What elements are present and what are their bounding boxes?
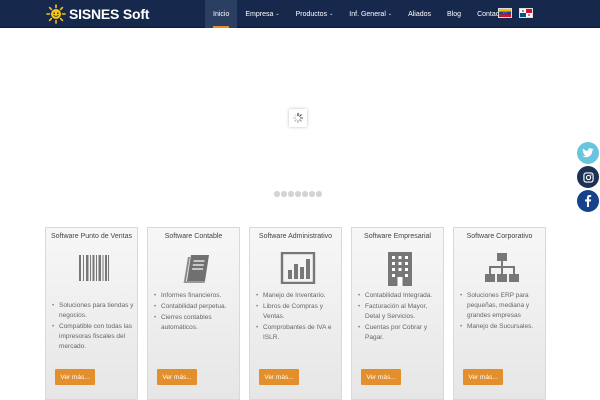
- product-card-administrativo: Software Administrativo Manejo de Invent…: [249, 227, 342, 400]
- chevron-down-icon: ⌄: [329, 11, 334, 17]
- feature-list: Contabilidad Integrada. Facturación al M…: [358, 291, 443, 344]
- list-item: Informes financieros.: [154, 291, 239, 301]
- ver-mas-button[interactable]: Ver más...: [157, 369, 197, 385]
- feature-list: Manejo de Inventario. Libros de Compras …: [256, 291, 341, 344]
- list-item: Manejo de Inventario.: [256, 291, 341, 301]
- card-title: Software Punto de Ventas: [51, 233, 132, 240]
- list-item: Comprobantes de IVA e ISLR.: [256, 323, 341, 343]
- nav-label: Blog: [447, 10, 462, 18]
- building-icon: [382, 252, 418, 286]
- list-item: Manejo de Sucursales.: [460, 322, 545, 332]
- card-title: Software Empresarial: [364, 233, 431, 240]
- nav-item-blog[interactable]: Blog: [439, 0, 469, 28]
- list-item: Compatible con todas las impresoras fisc…: [52, 322, 137, 352]
- sun-logo-icon: [46, 4, 66, 24]
- barcode-icon: [76, 252, 112, 284]
- product-card-contable: Software Contable Informes financieros. …: [147, 227, 240, 400]
- venezuela-flag-icon[interactable]: [498, 8, 512, 18]
- nav-label: Aliados: [408, 10, 432, 18]
- twitter-button[interactable]: [577, 142, 599, 164]
- product-card-punto-de-ventas: Software Punto de Ventas Soluciones para…: [45, 227, 138, 400]
- logo-text: SISNES Soft: [69, 6, 149, 22]
- logo-text-soft: Soft: [122, 6, 150, 22]
- card-title: Software Corporativo: [466, 233, 533, 240]
- instagram-button[interactable]: [577, 166, 599, 188]
- facebook-button[interactable]: [577, 190, 599, 212]
- network-hierarchy-icon: [484, 252, 520, 284]
- list-item: Libros de Compras y Ventas.: [256, 302, 341, 322]
- list-item: Contabilidad perpetua.: [154, 302, 239, 312]
- feature-list: Informes financieros. Contabilidad perpe…: [154, 291, 239, 334]
- facebook-icon: [585, 195, 592, 207]
- card-title: Software Contable: [164, 233, 223, 240]
- bar-chart-icon: [280, 251, 316, 285]
- instagram-icon: [582, 171, 594, 183]
- nav-item-aliados[interactable]: Aliados: [400, 0, 439, 28]
- nav-label: Inf. General: [349, 10, 386, 18]
- nav-label: Productos: [295, 10, 328, 18]
- nav-item-inicio[interactable]: Inicio: [205, 0, 238, 28]
- nav-label: Inicio: [213, 10, 230, 18]
- slider-dot[interactable]: [274, 191, 280, 197]
- loading-spinner-icon: [289, 109, 307, 127]
- top-navbar: SISNES Soft Inicio Empresa ⌄ Productos ⌄ I…: [0, 0, 600, 28]
- product-card-empresarial: Software Empresarial Contabilidad Integr…: [351, 227, 444, 400]
- list-item: Soluciones para tiendas y negocios.: [52, 301, 137, 321]
- logo-text-main: SISNES: [69, 6, 120, 22]
- nav-item-empresa[interactable]: Empresa ⌄: [237, 0, 287, 28]
- list-item: Facturación al Mayor, Detal y Servicios.: [358, 302, 443, 322]
- chevron-down-icon: ⌄: [275, 11, 280, 17]
- slider-dot[interactable]: [309, 191, 315, 197]
- slider-dot[interactable]: [295, 191, 301, 197]
- list-item: Cierres contables automáticos.: [154, 313, 239, 333]
- chevron-down-icon: ⌄: [387, 11, 393, 17]
- slider-dot[interactable]: [288, 191, 294, 197]
- book-icon: [178, 252, 214, 284]
- ver-mas-button[interactable]: Ver más...: [463, 369, 503, 385]
- list-item: Cuentas por Cobrar y Pagar.: [358, 323, 443, 343]
- list-item: Soluciones ERP para pequeñas, mediana y …: [460, 291, 545, 321]
- slider-dot[interactable]: [302, 191, 308, 197]
- slider-dot[interactable]: [281, 191, 287, 197]
- ver-mas-button[interactable]: Ver más...: [259, 369, 299, 385]
- ver-mas-button[interactable]: Ver más...: [55, 369, 95, 385]
- twitter-icon: [582, 148, 594, 158]
- slider-dot[interactable]: [316, 191, 322, 197]
- nav-item-productos[interactable]: Productos ⌄: [288, 0, 342, 28]
- nav-label: Empresa: [245, 10, 274, 18]
- product-card-corporativo: Software Corporativo Soluciones ERP para…: [453, 227, 546, 400]
- feature-list: Soluciones para tiendas y negocios. Comp…: [52, 301, 137, 353]
- list-item: Contabilidad Integrada.: [358, 291, 443, 301]
- card-title: Software Administrativo: [258, 233, 333, 240]
- feature-list: Soluciones ERP para pequeñas, mediana y …: [460, 291, 545, 333]
- logo[interactable]: SISNES Soft: [46, 4, 149, 24]
- panama-flag-icon[interactable]: [519, 8, 533, 18]
- main-menu: Inicio Empresa ⌄ Productos ⌄ Inf. General ⌄…: [205, 0, 513, 28]
- slider-pagination: [274, 191, 322, 197]
- ver-mas-button[interactable]: Ver más...: [361, 369, 401, 385]
- nav-item-inf-general[interactable]: Inf. General ⌄: [341, 0, 400, 28]
